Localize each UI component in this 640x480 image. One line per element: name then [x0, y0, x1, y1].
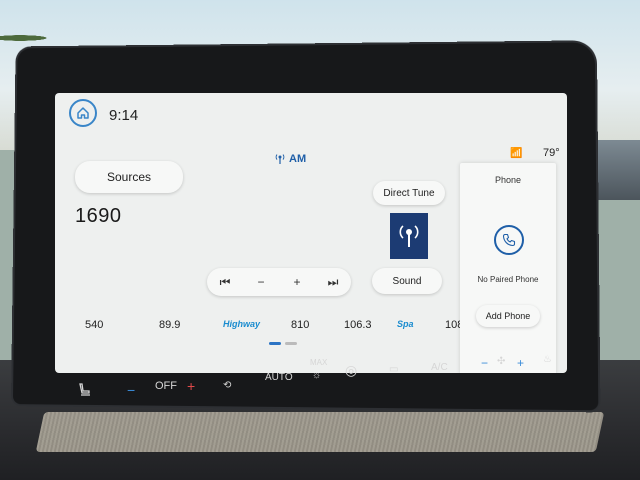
preset-item[interactable]: Spa	[397, 319, 414, 329]
preset-item[interactable]: Highway	[223, 319, 260, 329]
ac-button[interactable]: A/C	[431, 362, 448, 373]
passenger-seat-icon[interactable]: ♨	[543, 354, 552, 365]
tuning-controls: ⏮ − + ⏭	[207, 268, 351, 296]
current-frequency: 1690	[75, 205, 122, 227]
fan-icon[interactable]: ✣	[497, 356, 505, 367]
page-indicator	[269, 342, 297, 345]
infotainment-screen: 9:14 AM 📶 79° Sources 1690 Direct Tune S…	[55, 93, 567, 373]
preset-bar: 540 89.9 Highway 810 106.3 Spa 108	[55, 305, 463, 335]
home-button[interactable]	[69, 99, 97, 127]
fan-decrease-button[interactable]: −	[127, 382, 135, 398]
station-art-tile[interactable]	[390, 213, 428, 259]
heated-seat-icon[interactable]	[77, 382, 93, 401]
fan-state: OFF	[155, 380, 177, 392]
outside-temperature: 79°	[543, 147, 560, 159]
page-dot	[269, 342, 281, 345]
sound-button[interactable]: Sound	[372, 268, 442, 294]
max-defrost-icon[interactable]: ☼	[312, 370, 321, 381]
sources-button[interactable]: Sources	[75, 161, 183, 193]
clock: 9:14	[109, 107, 139, 124]
radio-antenna-icon	[275, 154, 285, 164]
phone-button[interactable]	[494, 225, 524, 255]
preset-item[interactable]: 810	[291, 319, 309, 331]
band-label: AM	[289, 153, 307, 165]
direct-tune-button[interactable]: Direct Tune	[373, 181, 445, 205]
home-icon	[77, 107, 89, 119]
passenger-fan-decrease-button[interactable]: −	[481, 356, 488, 370]
phone-icon	[502, 233, 516, 247]
rear-defrost-icon[interactable]: ▭	[389, 364, 398, 375]
phone-panel: Phone No Paired Phone Add Phone	[460, 163, 556, 373]
band-indicator: AM	[275, 153, 306, 165]
tune-up-button[interactable]: +	[279, 275, 315, 289]
passenger-fan-increase-button[interactable]: +	[517, 356, 524, 370]
add-phone-button[interactable]: Add Phone	[476, 305, 540, 327]
phone-status: No Paired Phone	[477, 275, 539, 284]
fan-increase-button[interactable]: +	[187, 378, 195, 394]
preset-item[interactable]: 89.9	[159, 319, 180, 331]
climate-auto-button[interactable]: AUTO	[265, 372, 293, 383]
recirculation-icon[interactable]: ⟲	[223, 380, 231, 391]
radio-antenna-icon	[399, 225, 419, 247]
preset-item[interactable]: 540	[85, 319, 103, 331]
climate-controls: − OFF + ⟲ AUTO MAX ☼ ◎ ▭ A/C − ✣ + ♨	[55, 352, 575, 398]
preset-item[interactable]: 106.3	[344, 319, 372, 331]
phone-title: Phone	[494, 175, 522, 185]
dashboard-trim	[35, 412, 605, 452]
seek-back-button[interactable]: ⏮	[207, 275, 243, 290]
page-dot	[285, 342, 297, 345]
max-defrost-label: MAX	[310, 358, 328, 367]
tune-down-button[interactable]: −	[243, 275, 279, 289]
seek-forward-button[interactable]: ⏭	[315, 275, 351, 290]
connectivity-icons: 📶	[510, 148, 523, 159]
steering-wheel-heat-icon[interactable]: ◎	[345, 362, 357, 379]
